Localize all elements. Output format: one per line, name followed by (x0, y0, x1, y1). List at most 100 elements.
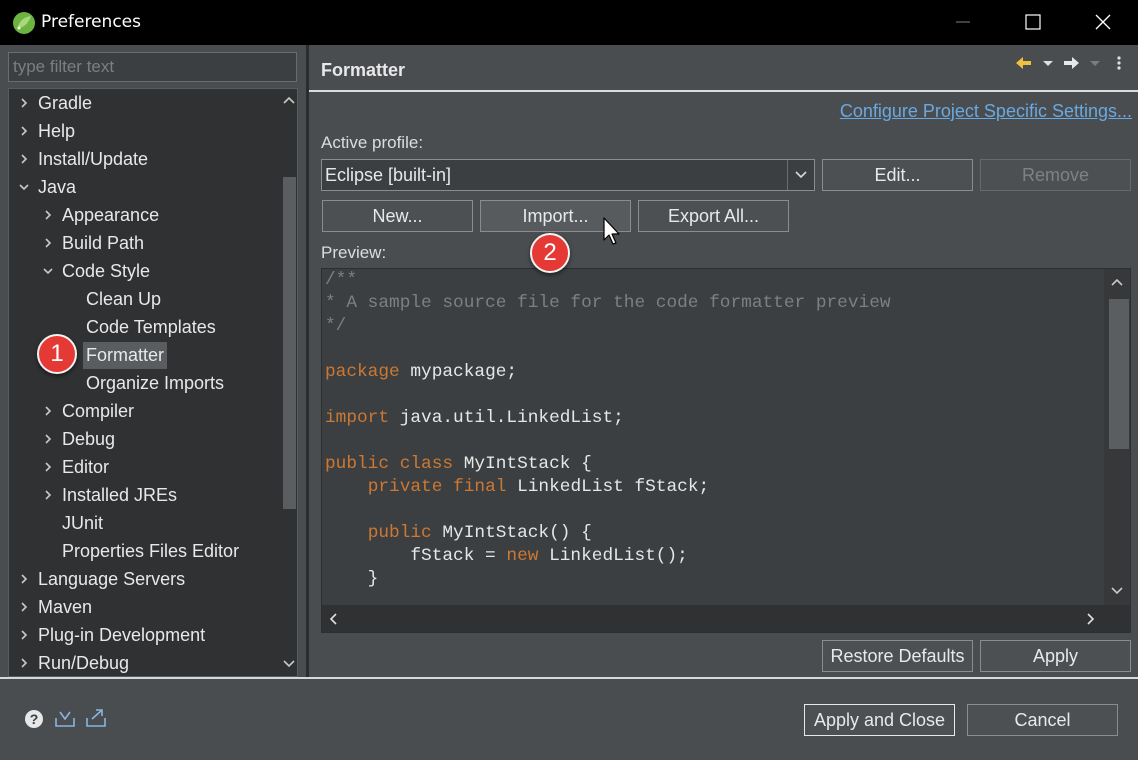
tree-scrollbar[interactable] (280, 89, 297, 676)
restore-defaults-button[interactable]: Restore Defaults (822, 640, 973, 672)
active-profile-label: Active profile: (321, 133, 424, 152)
new-profile-button[interactable]: New... (322, 200, 473, 232)
tree-item-label: Compiler (62, 401, 135, 421)
configure-project-settings-link[interactable]: Configure Project Specific Settings... (840, 101, 1132, 122)
minimize-button[interactable] (928, 0, 998, 45)
tree-item-help[interactable]: Help (9, 118, 274, 145)
tree-item-java[interactable]: Java (9, 174, 274, 201)
tree-item-install-update[interactable]: Install/Update (9, 146, 274, 173)
tree-item-language-servers[interactable]: Language Servers (9, 566, 274, 593)
tree-item-label: Formatter (83, 342, 168, 369)
tree-item-organize-imports[interactable]: Organize Imports (9, 370, 274, 397)
code-line: * A sample source file for the code form… (325, 292, 891, 315)
close-button[interactable] (1068, 0, 1138, 45)
chevron-right-icon[interactable] (19, 98, 29, 108)
help-icon[interactable]: ? (24, 709, 44, 729)
tree-item-appearance[interactable]: Appearance (9, 202, 274, 229)
forward-arrow-icon[interactable] (1064, 57, 1079, 69)
tree-item-editor[interactable]: Editor (9, 454, 274, 481)
scroll-down-arrow-icon[interactable] (1111, 586, 1123, 596)
back-menu-chevron-icon[interactable] (1043, 61, 1053, 66)
tree-scroll-thumb[interactable] (283, 177, 296, 509)
tree-item-build-path[interactable]: Build Path (9, 230, 274, 257)
tree-item-plug-in-development[interactable]: Plug-in Development (9, 622, 274, 649)
code-text: java.util.LinkedList; (389, 408, 624, 428)
code-line: private final LinkedList fStack; (325, 476, 891, 499)
chevron-right-icon[interactable] (43, 238, 53, 248)
export-all-button[interactable]: Export All... (638, 200, 789, 232)
preferences-window: Preferences Gradle Help Install/Update Java… (0, 0, 1138, 760)
forward-menu-chevron-icon[interactable] (1090, 61, 1100, 66)
code-line: import java.util.LinkedList; (325, 407, 891, 430)
tree-item-compiler[interactable]: Compiler (9, 398, 274, 425)
code-text: mypackage; (399, 362, 518, 382)
tree-item-installed-jres[interactable]: Installed JREs (9, 482, 274, 509)
code-preview[interactable]: /** * A sample source file for the code f… (321, 268, 1131, 633)
scroll-left-arrow-icon[interactable] (328, 613, 338, 625)
tree-item-label: Appearance (62, 205, 160, 225)
preview-vertical-thumb[interactable] (1109, 299, 1129, 449)
tree-item-label: Language Servers (38, 569, 186, 589)
chevron-right-icon[interactable] (19, 602, 29, 612)
select-dropdown-button[interactable] (787, 160, 814, 190)
dialog-footer: ? Apply and Close Cancel (0, 679, 1138, 760)
title-bar: Preferences (0, 0, 1138, 45)
chevron-right-icon[interactable] (43, 406, 53, 416)
tree-item-debug[interactable]: Debug (9, 426, 274, 453)
scroll-down-arrow-icon[interactable] (283, 659, 295, 669)
chevron-down-icon[interactable] (19, 182, 29, 192)
code-keyword: final (453, 477, 507, 497)
chevron-right-icon[interactable] (43, 490, 53, 500)
chevron-right-icon[interactable] (19, 154, 29, 164)
code-line: public MyIntStack() { (325, 522, 891, 545)
scroll-up-arrow-icon[interactable] (1111, 277, 1123, 287)
tree-item-gradle[interactable]: Gradle (9, 90, 274, 117)
apply-and-close-button[interactable]: Apply and Close (804, 704, 955, 736)
chevron-right-icon[interactable] (43, 462, 53, 472)
edit-profile-button[interactable]: Edit... (822, 159, 973, 191)
chevron-right-icon[interactable] (19, 574, 29, 584)
preview-label: Preview: (321, 243, 387, 262)
chevron-right-icon[interactable] (19, 126, 29, 136)
active-profile-select[interactable]: Eclipse [built-in] (321, 159, 815, 191)
tree-item-code-style[interactable]: Code Style (9, 258, 274, 285)
chevron-right-icon[interactable] (43, 210, 53, 220)
tree-item-junit[interactable]: JUnit (9, 510, 274, 537)
tree-item-label: Maven (38, 597, 93, 617)
chevron-down-icon[interactable] (43, 266, 53, 276)
filter-input[interactable] (8, 52, 297, 82)
preview-vertical-scrollbar[interactable] (1104, 269, 1130, 606)
remove-profile-button[interactable]: Remove (980, 159, 1131, 191)
chevron-right-icon[interactable] (19, 630, 29, 640)
eclipse-spring-app-icon (13, 12, 35, 34)
apply-button[interactable]: Apply (980, 640, 1131, 672)
chevron-right-icon[interactable] (43, 434, 53, 444)
chevron-right-icon[interactable] (19, 658, 29, 668)
scroll-up-arrow-icon[interactable] (283, 95, 295, 105)
active-profile-value: Eclipse [built-in] (325, 165, 452, 185)
tree-item-properties-files-editor[interactable]: Properties Files Editor (9, 538, 274, 565)
import-preferences-icon[interactable] (54, 709, 76, 729)
code-text: MyIntStack() { (431, 523, 592, 543)
callout-badge-1: 1 (37, 334, 77, 374)
tree-item-label: Plug-in Development (38, 625, 206, 645)
maximize-button[interactable] (998, 0, 1068, 45)
code-keyword: private (367, 477, 443, 497)
back-arrow-icon[interactable] (1016, 57, 1031, 69)
preview-horizontal-scrollbar[interactable] (322, 605, 1130, 632)
view-menu-icon[interactable] (1117, 56, 1121, 70)
code-line: /** (325, 269, 891, 292)
cancel-button[interactable]: Cancel (967, 704, 1118, 736)
minimize-icon (956, 21, 970, 23)
tree-item-clean-up[interactable]: Clean Up (9, 286, 274, 313)
tree-item-maven[interactable]: Maven (9, 594, 274, 621)
tree-item-run-debug[interactable]: Run/Debug (9, 650, 274, 676)
export-preferences-icon[interactable] (85, 707, 107, 729)
scroll-right-arrow-icon[interactable] (1086, 613, 1096, 625)
